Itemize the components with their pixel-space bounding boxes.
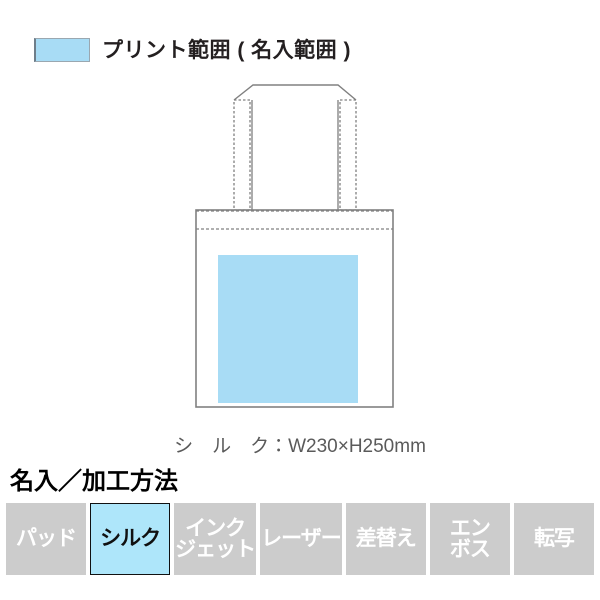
print-area-legend: プリント範囲 ( 名入範囲 )	[34, 38, 351, 62]
method-chip-pad[interactable]: パッド	[6, 503, 87, 575]
method-chip-label: ボス	[449, 538, 491, 561]
handle-strap-left	[233, 99, 251, 211]
print-area-dimension-caption: シ ル ク：W230×H250mm	[174, 436, 426, 457]
method-chip-transfer[interactable]: 転写	[513, 503, 594, 575]
print-area-swatch-icon	[34, 38, 90, 62]
method-chip-label: ジェット	[175, 538, 256, 561]
method-chip-emboss[interactable]: エン ボス	[429, 503, 510, 575]
method-chip-label: シルク	[100, 527, 161, 551]
method-chip-silk[interactable]: シルク	[90, 503, 171, 575]
print-area-legend-label: プリント範囲 ( 名入範囲 )	[102, 38, 351, 62]
method-chip-label: パッド	[16, 527, 77, 551]
handle-top-outline	[233, 84, 357, 101]
method-chip-sashikae[interactable]: 差替え	[345, 503, 426, 575]
method-chip-label: 転写	[533, 527, 575, 551]
method-chip-label: エン	[449, 516, 491, 540]
page-title: 名入／加工方法	[10, 468, 178, 495]
method-chip-inkjet[interactable]: インク ジェット	[174, 503, 257, 575]
print-area-rect	[218, 255, 358, 403]
imprint-method-list: パッド シルク インク ジェット レーザー 差替え エン ボス 転写	[6, 503, 594, 575]
method-chip-label: 差替え	[355, 527, 417, 551]
tote-bag-diagram	[0, 80, 600, 435]
method-chip-laser[interactable]: レーザー	[260, 503, 342, 575]
handle-strap-right	[339, 99, 357, 211]
method-chip-label: インク	[185, 516, 246, 540]
method-chip-label: レーザー	[261, 527, 342, 551]
